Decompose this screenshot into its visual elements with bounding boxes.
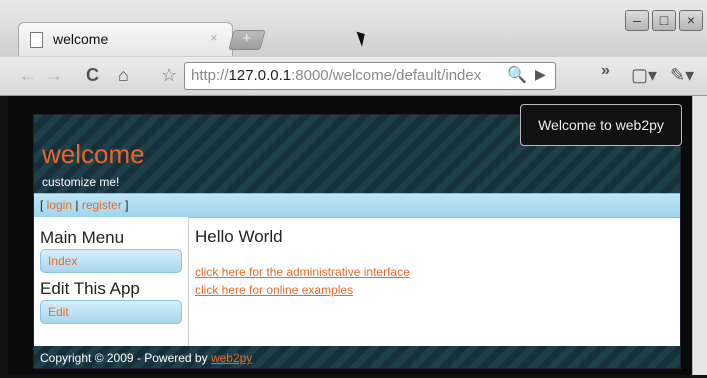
- home-icon[interactable]: ⌂: [118, 65, 129, 86]
- new-tab-button[interactable]: +: [228, 30, 266, 50]
- main-menu-title: Main Menu: [40, 228, 125, 247]
- mouse-cursor-icon: [356, 29, 369, 47]
- url-path: :8000/welcome/default/index: [291, 67, 482, 84]
- document-icon: [30, 32, 43, 48]
- overflow-chevron-icon[interactable]: »: [601, 62, 610, 80]
- plus-icon: +: [242, 30, 252, 47]
- page-viewport: welcome customize me! Welcome to web2py …: [8, 96, 699, 375]
- welcome-message: Welcome to web2py: [520, 104, 682, 146]
- web2py-page: welcome customize me! Welcome to web2py …: [33, 104, 682, 369]
- sidebar: Main Menu Index Edit This App Edit: [34, 217, 189, 347]
- online-examples-link[interactable]: click here for online examples: [195, 283, 353, 297]
- web2py-link[interactable]: web2py: [211, 351, 252, 365]
- login-link[interactable]: login: [47, 198, 72, 212]
- app-subtitle: customize me!: [42, 175, 120, 189]
- main-content: Hello World click here for the administr…: [189, 217, 680, 347]
- go-arrow-icon[interactable]: ▶: [535, 66, 546, 83]
- url-host: 127.0.0.1: [228, 67, 292, 84]
- menu-item-index-label: Index: [48, 254, 78, 268]
- copyright-text: Copyright © 2009 - Powered by: [40, 351, 211, 365]
- footer-text: Copyright © 2009 - Powered by web2py: [40, 351, 252, 365]
- menu-item-edit-label: Edit: [48, 305, 69, 319]
- bookmark-star-icon[interactable]: ☆: [161, 65, 177, 86]
- auth-separator: |: [72, 198, 82, 212]
- auth-links: [ login | register ]: [40, 198, 129, 212]
- back-arrow-icon[interactable]: ←: [19, 65, 37, 86]
- browser-tab[interactable]: welcome ×: [18, 22, 233, 56]
- navigation-toolbar: ← → C ⌂ ☆ http://127.0.0.1:8000/welcome/…: [0, 57, 707, 96]
- title-bar: welcome × + – □ ×: [0, 0, 707, 58]
- close-tab-icon[interactable]: ×: [210, 30, 218, 45]
- maximize-button[interactable]: □: [652, 10, 676, 31]
- auth-bar: [ login | register ]: [34, 193, 680, 218]
- url-prefix: http://: [191, 67, 229, 84]
- address-bar[interactable]: http://127.0.0.1:8000/welcome/default/in…: [184, 62, 556, 90]
- page-heading: Hello World: [195, 227, 283, 246]
- edit-app-title: Edit This App: [40, 279, 140, 298]
- minimize-button[interactable]: –: [625, 10, 649, 31]
- register-link[interactable]: register: [82, 198, 122, 212]
- auth-bracket-open: [: [40, 198, 47, 212]
- admin-interface-link[interactable]: click here for the administrative interf…: [195, 265, 410, 279]
- menu-item-edit[interactable]: Edit: [40, 300, 182, 324]
- search-icon[interactable]: 🔍: [507, 65, 527, 85]
- close-window-button[interactable]: ×: [679, 10, 703, 31]
- menu-item-index[interactable]: Index: [40, 249, 182, 273]
- wrench-menu-icon[interactable]: ✎▾: [670, 65, 694, 86]
- page-menu-icon[interactable]: ▢▾: [631, 65, 657, 86]
- app-name: welcome: [42, 139, 145, 169]
- browser-window: welcome × + – □ × ← → C ⌂ ☆ http://127.0…: [0, 0, 707, 378]
- site-header: welcome customize me! Welcome to web2py: [34, 104, 682, 193]
- vertical-scrollbar[interactable]: [692, 96, 707, 375]
- tab-title: welcome: [53, 31, 109, 47]
- auth-bracket-close: ]: [121, 198, 129, 212]
- url-text[interactable]: http://127.0.0.1:8000/welcome/default/in…: [191, 67, 481, 84]
- forward-arrow-icon[interactable]: →: [45, 65, 63, 86]
- site-footer: Copyright © 2009 - Powered by web2py: [34, 346, 680, 368]
- reload-icon[interactable]: C: [86, 65, 99, 86]
